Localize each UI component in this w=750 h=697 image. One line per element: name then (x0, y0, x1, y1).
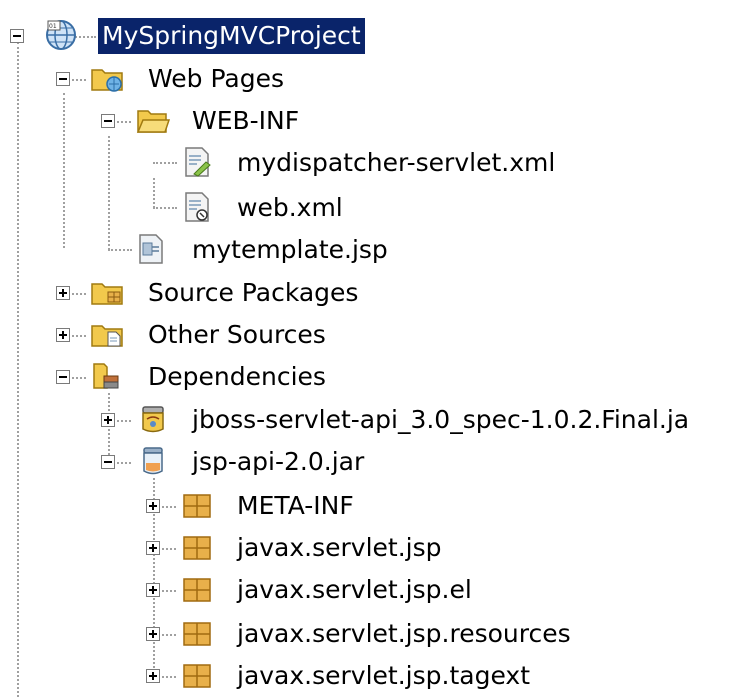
tree-guide-line (108, 249, 132, 251)
project-tree: 01 MySpringMVCProject Web Pages WEB-INF … (0, 0, 750, 697)
tree-guide-line (117, 121, 131, 123)
expand-toggle-package[interactable] (146, 583, 160, 597)
web-inf-label[interactable]: WEB-INF (188, 103, 303, 139)
package-label[interactable]: javax.servlet.jsp.tagext (233, 658, 534, 694)
package-label[interactable]: javax.servlet.jsp.resources (233, 616, 575, 652)
package-icon (180, 531, 214, 563)
expand-toggle-package[interactable] (146, 541, 160, 555)
library-folder-icon (90, 360, 124, 392)
expand-toggle-package[interactable] (146, 627, 160, 641)
svg-text:01: 01 (49, 23, 57, 30)
tree-guide-line (153, 207, 177, 209)
tree-guide-line (153, 162, 177, 164)
jboss-jar-label[interactable]: jboss-servlet-api_3.0_spec-1.0.2.Final.j… (188, 402, 693, 438)
expand-toggle-other-sources[interactable] (56, 328, 70, 342)
tree-guide-line (108, 393, 110, 463)
package-label[interactable]: META-INF (233, 488, 358, 524)
collapse-toggle-jsp-api-jar[interactable] (101, 455, 115, 469)
jsp-api-jar-label[interactable]: jsp-api-2.0.jar (188, 444, 368, 480)
xml-descriptor-icon (180, 191, 214, 223)
tree-guide-line (162, 590, 176, 592)
expand-toggle-package[interactable] (146, 499, 160, 513)
source-packages-label[interactable]: Source Packages (144, 275, 362, 311)
package-label[interactable]: javax.servlet.jsp.el (233, 572, 476, 608)
jsp-file-icon (134, 233, 168, 265)
other-sources-label[interactable]: Other Sources (144, 317, 330, 353)
tree-guide-line (17, 42, 19, 697)
sources-folder-icon (90, 318, 124, 350)
tree-guide-line (63, 93, 65, 248)
tree-guide-line (108, 136, 110, 250)
package-icon (180, 617, 214, 649)
expand-toggle-jboss-jar[interactable] (101, 413, 115, 427)
tree-guide-line (162, 634, 176, 636)
package-icon (180, 659, 214, 691)
tree-guide-line (153, 178, 155, 208)
project-root-label[interactable]: MySpringMVCProject (98, 18, 365, 54)
xml-config-icon (180, 146, 214, 178)
tree-guide-line (72, 335, 86, 337)
dependencies-label[interactable]: Dependencies (144, 359, 330, 395)
web-xml-label[interactable]: web.xml (233, 190, 347, 226)
package-icon (180, 573, 214, 605)
tree-guide-line (72, 377, 86, 379)
collapse-toggle-project[interactable] (10, 29, 24, 43)
open-folder-icon (136, 104, 171, 136)
package-folder-icon (90, 276, 124, 308)
project-globe-icon: 01 (44, 18, 78, 50)
tree-guide-line (162, 506, 176, 508)
tree-guide-line (117, 420, 131, 422)
expand-toggle-source-packages[interactable] (56, 286, 70, 300)
jar-icon (136, 403, 170, 435)
web-folder-icon (90, 62, 124, 94)
tree-guide-line (72, 79, 86, 81)
collapse-toggle-dependencies[interactable] (56, 370, 70, 384)
collapse-toggle-web-pages[interactable] (56, 72, 70, 86)
tree-guide-line (117, 462, 131, 464)
template-jsp-label[interactable]: mytemplate.jsp (188, 232, 392, 268)
expand-toggle-package[interactable] (146, 669, 160, 683)
web-pages-label[interactable]: Web Pages (144, 61, 288, 97)
dispatcher-xml-label[interactable]: mydispatcher-servlet.xml (233, 145, 559, 181)
collapse-toggle-web-inf[interactable] (101, 114, 115, 128)
jar-open-icon (136, 445, 170, 477)
package-label[interactable]: javax.servlet.jsp (233, 530, 446, 566)
package-icon (180, 489, 214, 521)
tree-guide-line (162, 548, 176, 550)
tree-guide-line (72, 293, 86, 295)
tree-guide-line (162, 676, 176, 678)
